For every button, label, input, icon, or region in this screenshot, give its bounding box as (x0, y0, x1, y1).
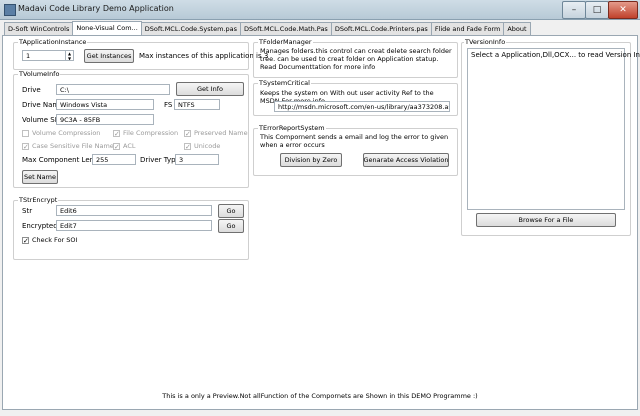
encrypted-input[interactable]: Edit7 (56, 220, 212, 231)
tab-system-pas[interactable]: DSoft.MCL.Code.System.pas (140, 22, 242, 35)
version-info-memo[interactable]: Select a Application,Dll,OCX... to read … (467, 48, 640, 210)
checkbox-box (22, 129, 29, 137)
close-icon: ✕ (619, 5, 627, 15)
str-encrypt-label: TStrEncrypt (18, 196, 59, 204)
file-compression-text: File Compression (123, 129, 179, 137)
volume-compression-checkbox[interactable]: Volume Compression (22, 129, 100, 137)
app-icon (4, 4, 16, 16)
preserved-name-text: Preserved Name (194, 129, 248, 137)
folder-manager-desc: Manages folders.this control can creat d… (260, 47, 452, 71)
division-by-zero-button[interactable]: Division by Zero (280, 153, 342, 167)
tab-printers-pas[interactable]: DSoft.MCL.Code.Printers.pas (330, 22, 432, 35)
system-critical-label: TSystemCritical (258, 79, 311, 87)
preserved-name-checkbox[interactable]: ✓ Preserved Name (184, 129, 248, 137)
instance-value: 1 (26, 52, 31, 60)
title-bar: Madavi Code Library Demo Application – □… (0, 0, 640, 20)
version-info-group: TVersionInfo Select a Application,Dll,OC… (461, 38, 640, 236)
volume-compression-text: Volume Compression (32, 129, 101, 137)
maximize-icon: □ (592, 5, 602, 15)
tab-about[interactable]: About (503, 22, 531, 35)
system-critical-group: TSystemCritical Keeps the system on With… (253, 79, 458, 116)
str-encrypt-group: TStrEncrypt Str Edit6 Go Encrypted Edit7… (13, 196, 249, 260)
checkmark-icon: ✓ (184, 142, 191, 151)
tab-flide-fade[interactable]: Flide and Fade Form (430, 22, 505, 35)
error-report-label: TErrorReportSystem (258, 124, 326, 132)
version-info-hint: Select a Application,Dll,OCX... to read … (471, 51, 640, 59)
version-info-label: TVersionInfo (464, 38, 507, 46)
drive-input[interactable]: C:\ (56, 84, 170, 95)
checkmark-icon: ✓ (113, 142, 120, 151)
case-sensitive-text: Case Sensitive File Names (32, 142, 118, 150)
decrypt-go-button[interactable]: Go (218, 219, 244, 233)
str-input[interactable]: Edit6 (56, 205, 212, 216)
get-instances-button[interactable]: Get Instances (84, 49, 134, 63)
folder-manager-label: TFolderManager (258, 38, 313, 46)
file-compression-checkbox[interactable]: ✓ File Compression (113, 129, 178, 137)
error-report-group: TErrorReportSystem This Compornent sends… (253, 124, 458, 176)
checkmark-icon: ✓ (22, 236, 29, 245)
drive-name-input[interactable]: Windows Vista (56, 99, 154, 110)
instance-spin-edit[interactable]: 1 ▲ ▼ (22, 50, 74, 61)
tab-strip: D-Soft WinControls None-Visual Com... DS… (4, 21, 531, 35)
minimize-button[interactable]: – (562, 1, 586, 19)
access-violation-button[interactable]: Genarate Access Violation (363, 153, 449, 167)
minimize-icon: – (571, 5, 577, 15)
str-label: Str (22, 207, 33, 215)
instance-info: Max instances of this application is 3 (139, 52, 269, 60)
driver-type-input[interactable]: 3 (175, 154, 219, 165)
unicode-text: Unicode (194, 142, 221, 150)
volume-info-label: TVolumeInfo (18, 70, 61, 78)
max-component-length-input[interactable]: 255 (92, 154, 136, 165)
get-info-button[interactable]: Get Info (176, 82, 244, 96)
window-title: Madavi Code Library Demo Application (18, 4, 174, 13)
volume-info-group: TVolumeInfo Drive C:\ Get Info Drive Nam… (13, 70, 249, 188)
volume-sn-input[interactable]: 9C3A - 85FB (56, 114, 154, 125)
msdn-url-input[interactable]: http://msdn.microsoft.com/en-us/library/… (274, 101, 450, 112)
encrypt-go-button[interactable]: Go (218, 204, 244, 218)
encrypted-label: Encrypted (22, 222, 58, 230)
folder-manager-group: TFolderManager Manages folders.this cont… (253, 38, 458, 78)
tab-none-visual[interactable]: None-Visual Com... (72, 21, 142, 35)
case-sensitive-checkbox[interactable]: ✓ Case Sensitive File Names (22, 142, 117, 150)
browse-file-button[interactable]: Browse For a File (476, 213, 616, 227)
acl-checkbox[interactable]: ✓ ACL (113, 142, 136, 150)
tab-d-soft-wincontrols[interactable]: D-Soft WinControls (4, 22, 74, 35)
error-report-desc: This Compornent sends a email and log th… (260, 133, 449, 149)
footer-note: This is a only a Preview.Not allFunction… (162, 392, 478, 400)
acl-text: ACL (123, 142, 136, 150)
app-instance-group: TApplicationInstance 1 ▲ ▼ Get Instances … (13, 38, 268, 70)
checkmark-icon: ✓ (113, 129, 120, 138)
checkmark-icon: ✓ (184, 129, 191, 138)
unicode-checkbox[interactable]: ✓ Unicode (184, 142, 220, 150)
checkmark-icon: ✓ (22, 142, 29, 151)
fs-input[interactable]: NTFS (174, 99, 220, 110)
check-soi-text: Check For SOI (32, 236, 78, 244)
close-button[interactable]: ✕ (608, 1, 638, 19)
set-name-button[interactable]: Set Name (22, 170, 58, 184)
spin-arrows-icon[interactable]: ▲ ▼ (65, 51, 73, 60)
check-soi-checkbox[interactable]: ✓ Check For SOI (22, 236, 77, 244)
driver-type-label: Driver Type (140, 156, 180, 164)
tab-math-pas[interactable]: DSoft.MCL.Code.Math.Pas (240, 22, 332, 35)
drive-label: Drive (22, 86, 41, 94)
tab-content: TApplicationInstance 1 ▲ ▼ Get Instances … (2, 35, 640, 410)
maximize-button[interactable]: □ (585, 1, 609, 19)
volume-sn-label: Volume SN (22, 116, 60, 124)
app-instance-label: TApplicationInstance (18, 38, 88, 46)
fs-label: FS (164, 101, 173, 109)
